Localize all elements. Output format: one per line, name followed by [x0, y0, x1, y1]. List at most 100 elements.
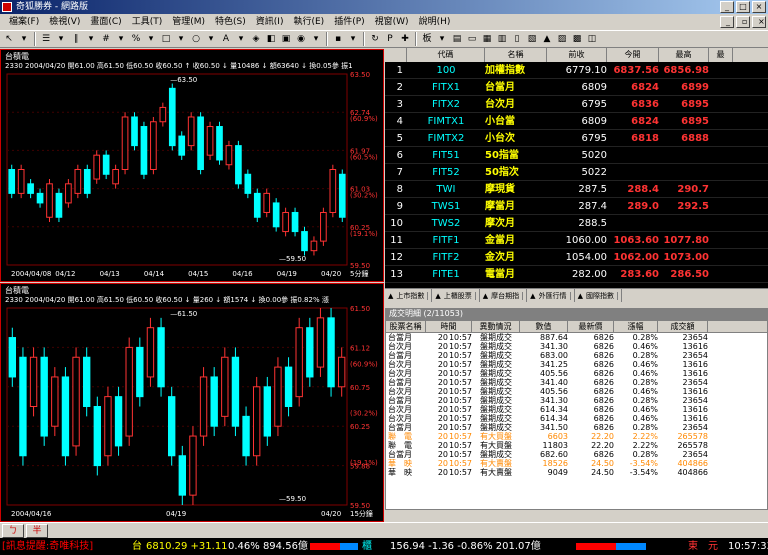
dropdown-icon[interactable]: ▾ — [174, 32, 188, 46]
refresh-icon[interactable]: ↻ — [368, 32, 382, 46]
quote-row[interactable]: 13 FITE1 電當月 282.00 283.60 286.50 — [385, 266, 768, 283]
menu-window[interactable]: 視窗(W) — [370, 14, 414, 30]
quote-col-code[interactable]: 代碼 — [407, 48, 485, 62]
tab-intl-index[interactable]: ▲ 國際指數 — [575, 289, 622, 302]
quote-col-name[interactable]: 名稱 — [485, 48, 547, 62]
mdi-restore-button[interactable]: ▫ — [736, 16, 750, 28]
quote-row[interactable]: 5 FIMTX2 小台次 6795 6818 6888 — [385, 130, 768, 147]
window-icon[interactable]: ▭ — [465, 32, 479, 46]
maximize-button[interactable]: □ — [736, 1, 750, 13]
dropdown-icon[interactable]: ▾ — [54, 32, 68, 46]
dropdown-icon[interactable]: ▾ — [84, 32, 98, 46]
cascade-icon[interactable]: ◫ — [585, 32, 599, 46]
dropdown-icon[interactable]: ▾ — [346, 32, 360, 46]
trade-row[interactable]: 台次月 20 10:57 盤期成交 614.34 6826 0.46% 13616 — [386, 414, 767, 423]
quote-row[interactable]: 11 FITF1 金當月 1060.00 1063.60 1077.80 — [385, 232, 768, 249]
tab-otc-stocks[interactable]: ▲ 上櫃股票 — [432, 289, 480, 302]
dropdown-icon[interactable]: ▾ — [309, 32, 323, 46]
quote-row[interactable]: 1 100 加權指數 6779.10 6837.56 6856.98 — [385, 62, 768, 79]
trade-row[interactable]: 華 映 20 10:57 有大賣盤 9049 24.50 -3.54% 404866 — [386, 468, 767, 477]
layout-icon[interactable]: ▥ — [495, 32, 509, 46]
news-alert[interactable]: [訊息提醒:奇唯科技] — [2, 538, 93, 555]
quote-row[interactable]: 12 FITF2 金次月 1054.00 1062.00 1073.00 — [385, 249, 768, 266]
trade-col-price[interactable]: 最新價 — [568, 321, 614, 332]
trade-row[interactable]: 聯 電 20 10:57 有大買盤 11803 22.20 2.22% 265578 — [386, 441, 767, 450]
mdi-close-button[interactable]: × — [752, 16, 766, 28]
percent-icon[interactable]: % — [129, 32, 143, 46]
rectangle-icon[interactable]: □ — [159, 32, 173, 46]
quote-row[interactable]: 2 FITX1 台當月 6809 6824 6899 — [385, 79, 768, 96]
tab-listed-index[interactable]: ▲ 上市指數 — [385, 289, 433, 302]
quote-row[interactable]: 3 FITX2 台次月 6795 6836 6895 — [385, 96, 768, 113]
trade-row[interactable]: 台當月 20 10:57 盤期成交 341.30 6826 0.28% 23654 — [386, 396, 767, 405]
list-icon[interactable]: ☰ — [39, 32, 53, 46]
trade-row[interactable]: 台當月 20 10:57 盤期成交 341.40 6826 0.28% 23654 — [386, 378, 767, 387]
eraser-icon[interactable]: ◧ — [264, 32, 278, 46]
quote-col-high[interactable]: 最高 — [659, 48, 709, 62]
menu-features[interactable]: 特色(S) — [210, 14, 251, 30]
dropdown-icon[interactable]: ▾ — [234, 32, 248, 46]
dropdown-icon[interactable]: ▾ — [17, 32, 31, 46]
tile-icon[interactable]: ▩ — [570, 32, 584, 46]
pse-icon[interactable]: P — [383, 32, 397, 46]
minimize-button[interactable]: _ — [720, 1, 734, 13]
trade-col-change[interactable]: 漲幅 — [614, 321, 658, 332]
dropdown-icon[interactable]: ▾ — [114, 32, 128, 46]
menu-file[interactable]: 檔案(F) — [4, 14, 44, 30]
menu-view[interactable]: 檢視(V) — [44, 14, 85, 30]
trade-row[interactable]: 台次月 20 10:57 盤期成交 341.30 6826 0.46% 13616 — [386, 342, 767, 351]
menu-info[interactable]: 資訊(I) — [251, 14, 289, 30]
trade-col-name[interactable]: 股票名稱 — [386, 321, 426, 332]
bars-icon[interactable]: ∥ — [69, 32, 83, 46]
halfwidth-button[interactable]: 半 — [26, 524, 48, 538]
close-button[interactable]: × — [752, 1, 766, 13]
text-icon[interactable]: A — [219, 32, 233, 46]
trade-row[interactable]: 台次月 20 10:57 盤期成交 341.25 6826 0.46% 13616 — [386, 360, 767, 369]
quote-col-low[interactable]: 最 — [709, 48, 733, 62]
arrow-tool-icon[interactable]: ↖ — [2, 32, 16, 46]
trade-col-event[interactable]: 異動情況 — [472, 321, 520, 332]
trade-col-amount[interactable]: 成交額 — [658, 321, 708, 332]
quote-row[interactable]: 8 TWI 摩現貨 287.5 288.4 290.7 — [385, 181, 768, 198]
dropdown-icon[interactable]: ▾ — [144, 32, 158, 46]
dropdown-icon[interactable]: ▾ — [204, 32, 218, 46]
trade-col-value[interactable]: 數值 — [520, 321, 568, 332]
board-icon[interactable]: 板 — [420, 32, 434, 46]
trade-row[interactable]: 台當月 20 10:57 盤期成交 683.00 6826 0.28% 23654 — [386, 351, 767, 360]
cross-icon[interactable]: ✚ — [398, 32, 412, 46]
alert-icon[interactable]: ▲ — [540, 32, 554, 46]
quote-col-open[interactable]: 今開 — [607, 48, 659, 62]
quote-row[interactable]: 4 FIMTX1 小台當 6809 6824 6895 — [385, 113, 768, 130]
menu-execute[interactable]: 執行(E) — [288, 14, 329, 30]
menu-screen[interactable]: 畫面(C) — [85, 14, 126, 30]
trade-row[interactable]: 台當月 20 10:57 盤期成交 341.50 6826 0.28% 23654 — [386, 423, 767, 432]
kline-chart-15min[interactable]: 61.50 61.12 60.75 60.25 59.88 59.50 (60.9%) (30… — [0, 283, 384, 522]
table-icon[interactable]: ▦ — [480, 32, 494, 46]
trade-row[interactable]: 聯 電 20 10:57 有大買盤 6603 22.20 2.22% 265578 — [386, 432, 767, 441]
ellipse-icon[interactable]: ○ — [189, 32, 203, 46]
quote-row[interactable]: 6 FIT51 50指當 5020 — [385, 147, 768, 164]
menu-plugins[interactable]: 插件(P) — [329, 14, 369, 30]
quote-col-prev[interactable]: 前收 — [547, 48, 607, 62]
trade-row[interactable]: 台次月 20 10:57 盤期成交 405.56 6826 0.46% 13616 — [386, 369, 767, 378]
menu-manage[interactable]: 管理(M) — [167, 14, 210, 30]
dropdown-icon[interactable]: ▾ — [435, 32, 449, 46]
quote-row[interactable]: 7 FIT52 50指次 5022 — [385, 164, 768, 181]
trade-row[interactable]: 台次月 20 10:57 盤期成交 405.56 6826 0.46% 13616 — [386, 387, 767, 396]
trade-col-time[interactable]: 時間 — [426, 321, 472, 332]
book-icon[interactable]: ▯ — [510, 32, 524, 46]
quote-row[interactable]: 9 TWS1 摩當月 287.4 289.0 292.5 — [385, 198, 768, 215]
chart-icon[interactable]: ▤ — [450, 32, 464, 46]
news-icon[interactable]: ▧ — [525, 32, 539, 46]
kline-chart-5min[interactable]: 63.50 62.74 61.97 61.03 60.25 59.50 (60.9%) (60… — [0, 49, 384, 282]
grid-icon[interactable]: # — [99, 32, 113, 46]
menu-help[interactable]: 說明(H) — [414, 14, 456, 30]
tab-forex[interactable]: ▲ 外匯行情 — [527, 289, 575, 302]
image-icon[interactable]: ▣ — [279, 32, 293, 46]
tab-msci-futures[interactable]: ▲ 摩台期指 — [480, 289, 528, 302]
bopomofo-button[interactable]: ㄅ — [2, 524, 24, 538]
paint-icon[interactable]: ◈ — [249, 32, 263, 46]
trade-row[interactable]: 台次月 20 10:57 盤期成交 614.34 6826 0.46% 13616 — [386, 405, 767, 414]
trade-row[interactable]: 台當月 20 10:57 盤期成交 887.64 6826 0.28% 23654 — [386, 333, 767, 342]
menu-tools[interactable]: 工具(T) — [127, 14, 168, 30]
